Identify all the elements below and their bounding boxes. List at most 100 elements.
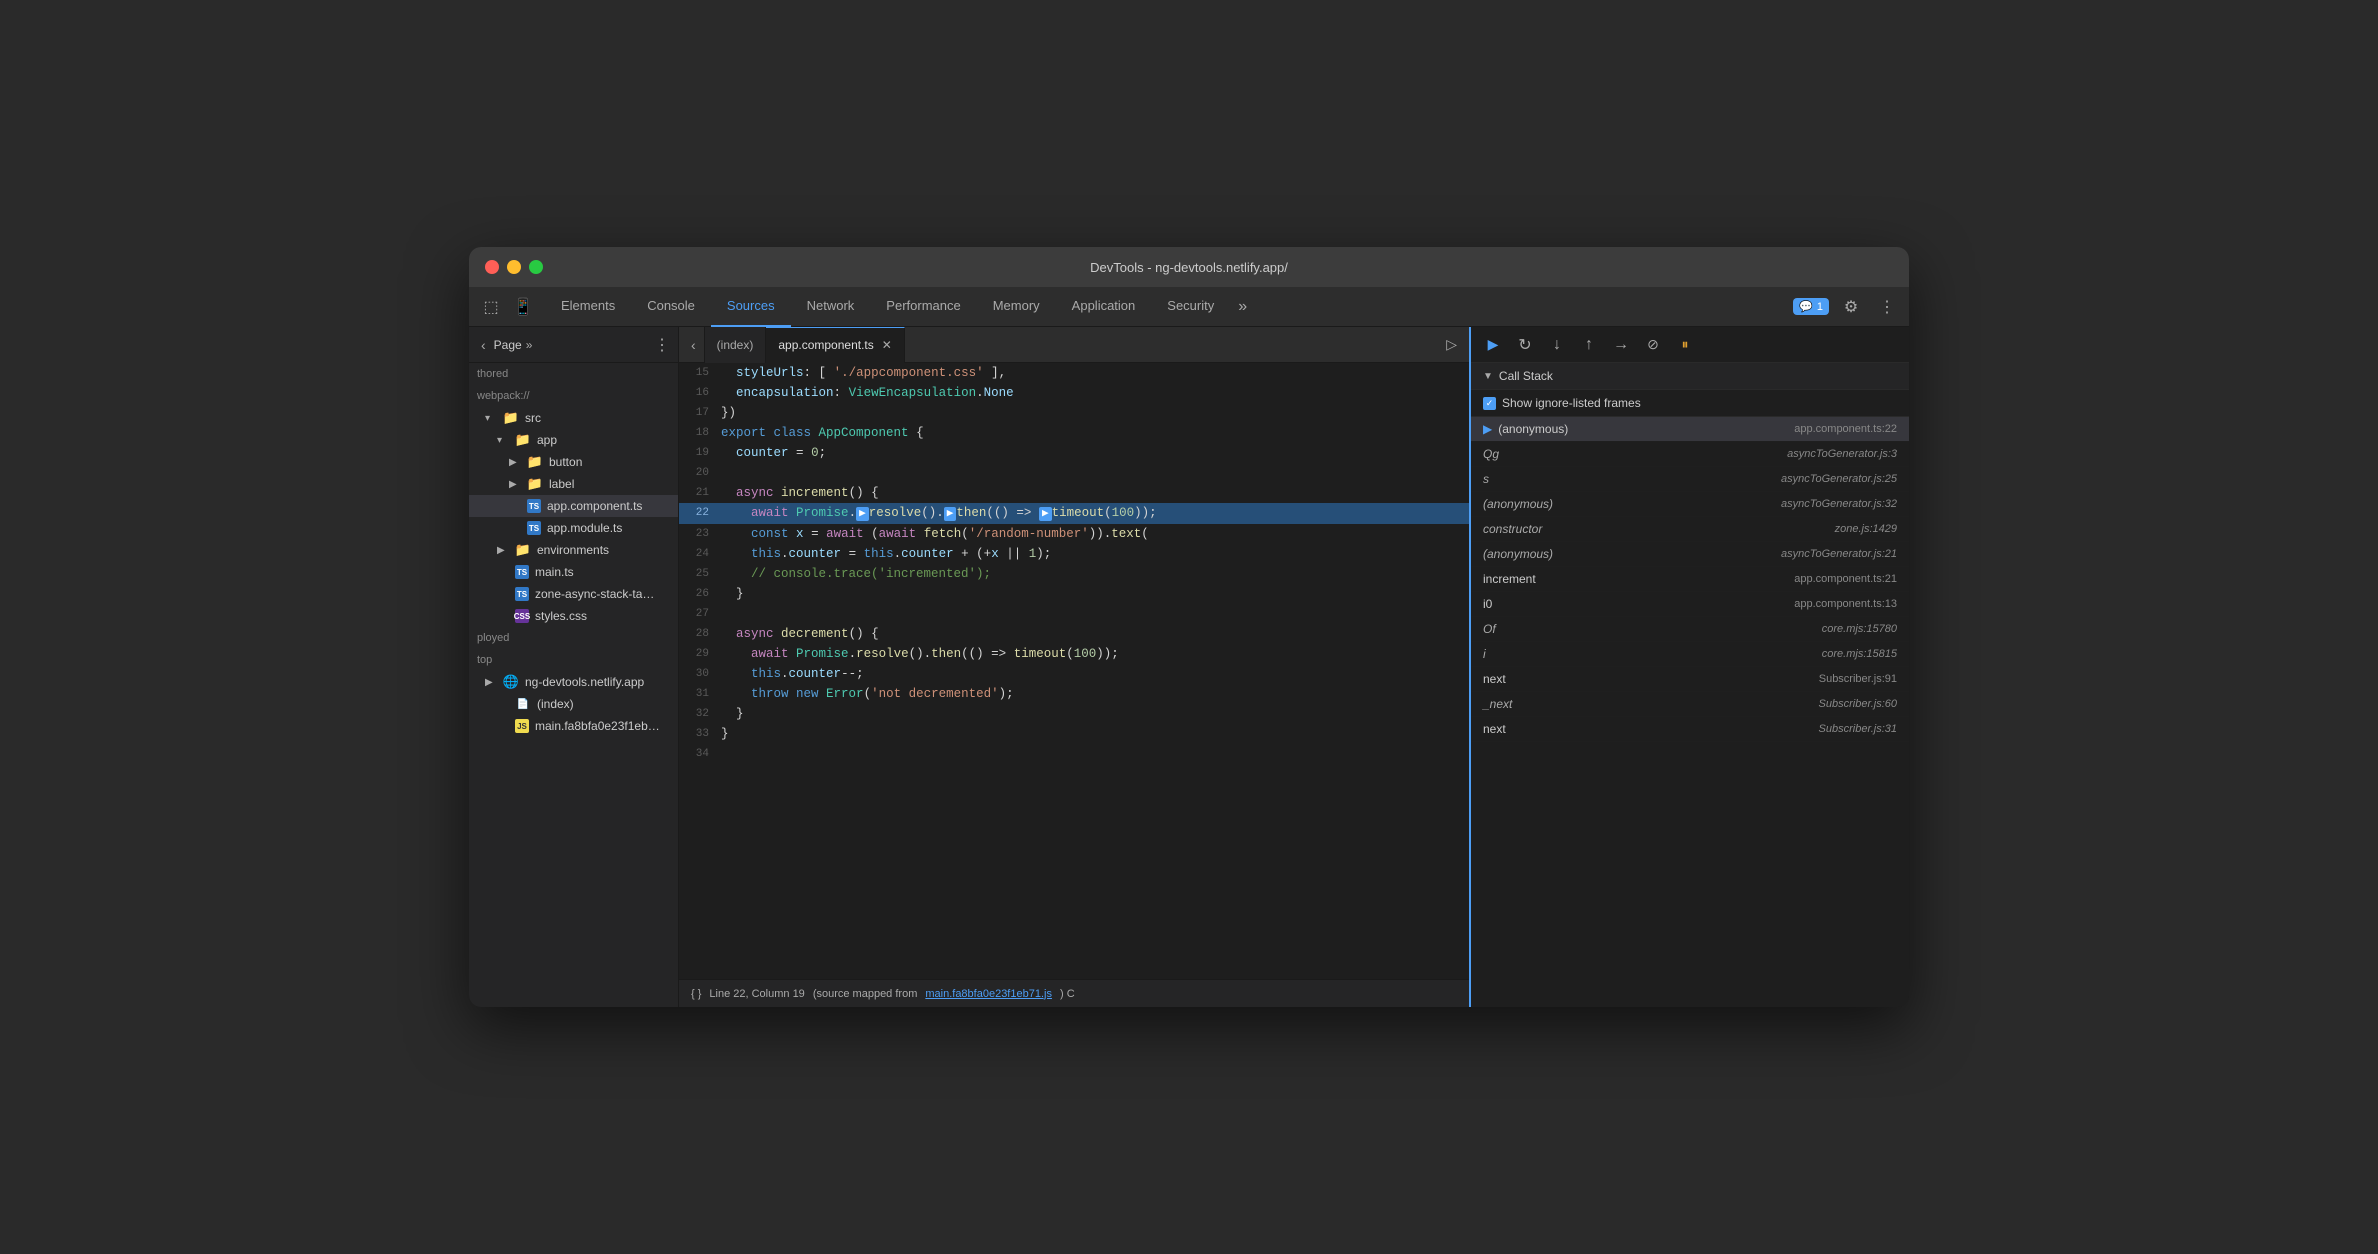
sidebar-item-app[interactable]: ▾ 📁 app — [469, 429, 678, 451]
notification-badge[interactable]: 💬 1 — [1793, 298, 1829, 315]
tab-network[interactable]: Network — [791, 287, 871, 327]
step-into-icon: ↓ — [1553, 336, 1561, 354]
tab-application[interactable]: Application — [1056, 287, 1152, 327]
debug-step-out-button[interactable]: ↑ — [1575, 331, 1603, 359]
sidebar-item-app-module-ts[interactable]: TS app.module.ts — [469, 517, 678, 539]
call-stack-entry-11[interactable]: _next Subscriber.js:60 — [1471, 692, 1909, 717]
maximize-button[interactable] — [529, 260, 543, 274]
device-icon[interactable]: 📱 — [509, 293, 537, 321]
sidebar-item-main-ts[interactable]: TS main.ts — [469, 561, 678, 583]
zone-label: zone-async-stack-ta… — [535, 587, 654, 601]
call-stack-entry-4[interactable]: constructor zone.js:1429 — [1471, 517, 1909, 542]
sidebar-item-button[interactable]: ▶ 📁 button — [469, 451, 678, 473]
button-expand-icon: ▶ — [509, 457, 521, 468]
call-stack-header[interactable]: ▼ Call Stack — [1471, 363, 1909, 390]
debug-step-over-button[interactable]: ↻ — [1511, 331, 1539, 359]
sidebar-item-label[interactable]: ▶ 📁 label — [469, 473, 678, 495]
code-line-30: 30 this.counter--; — [679, 664, 1469, 684]
sidebar-item-ng-devtools[interactable]: ▶ 🌐 ng-devtools.netlify.app — [469, 671, 678, 693]
code-line-29: 29 await Promise.resolve().then(() => ti… — [679, 644, 1469, 664]
styles-css-label: styles.css — [535, 609, 587, 623]
sidebar-item-styles-css[interactable]: CSS styles.css — [469, 605, 678, 627]
sidebar-item-authored[interactable]: thored — [469, 363, 678, 385]
status-source-map-link[interactable]: main.fa8bfa0e23f1eb71.js — [925, 988, 1052, 1000]
call-stack-loc-11: Subscriber.js:60 — [1819, 698, 1897, 710]
sidebar-back-icon[interactable]: ‹ — [477, 335, 490, 355]
app-folder-icon: 📁 — [515, 432, 531, 448]
code-tab-app-component[interactable]: app.component.ts ✕ — [766, 327, 904, 363]
tab-more-button[interactable]: » — [1230, 298, 1255, 316]
call-stack-entry-8[interactable]: Of core.mjs:15780 — [1471, 617, 1909, 642]
call-stack-name-5: (anonymous) — [1483, 547, 1781, 561]
app-expand-icon: ▾ — [497, 435, 509, 446]
call-stack-entry-1[interactable]: Qg asyncToGenerator.js:3 — [1471, 442, 1909, 467]
minimize-button[interactable] — [507, 260, 521, 274]
tab-performance[interactable]: Performance — [870, 287, 976, 327]
close-button[interactable] — [485, 260, 499, 274]
sidebar-expand-icon[interactable]: » — [526, 338, 533, 352]
sidebar-item-ployed[interactable]: ployed — [469, 627, 678, 649]
sidebar-header: ‹ Page » ⋮ — [469, 327, 678, 363]
tab-security[interactable]: Security — [1151, 287, 1230, 327]
ng-devtools-expand: ▶ — [485, 677, 497, 688]
sidebar-item-zone[interactable]: TS zone-async-stack-ta… — [469, 583, 678, 605]
devtools-window: DevTools - ng-devtools.netlify.app/ ⬚ 📱 … — [469, 247, 1909, 1007]
styles-css-icon: CSS — [515, 609, 529, 623]
code-nav-back-icon[interactable]: ‹ — [687, 335, 700, 355]
tab-memory[interactable]: Memory — [977, 287, 1056, 327]
inspect-icon[interactable]: ⬚ — [477, 293, 505, 321]
app-component-tab-close[interactable]: ✕ — [882, 338, 892, 352]
sidebar-item-index[interactable]: 📄 (index) — [469, 693, 678, 715]
debug-deactivate-button[interactable]: ⊘ — [1639, 331, 1667, 359]
settings-icon[interactable]: ⚙ — [1837, 293, 1865, 321]
show-ignore-label: Show ignore-listed frames — [1502, 396, 1641, 410]
tab-console[interactable]: Console — [631, 287, 711, 327]
index-tab-label: (index) — [717, 338, 754, 352]
main-js-label: main.fa8bfa0e23f1eb… — [535, 719, 660, 733]
call-stack-entry-5[interactable]: (anonymous) asyncToGenerator.js:21 — [1471, 542, 1909, 567]
label-label: label — [549, 477, 574, 491]
main-content: ‹ Page » ⋮ thored webpack:// ▾ 📁 src ▾ — [469, 327, 1909, 1007]
show-ignore-checkbox[interactable]: ✓ — [1483, 397, 1496, 410]
sidebar-item-src[interactable]: ▾ 📁 src — [469, 407, 678, 429]
sidebar-item-environments[interactable]: ▶ 📁 environments — [469, 539, 678, 561]
debug-resume-button[interactable]: ▶ — [1479, 331, 1507, 359]
app-module-icon: TS — [527, 521, 541, 535]
code-tab-index[interactable]: (index) — [704, 327, 767, 363]
src-label: src — [525, 411, 541, 425]
step-over-icon: ↻ — [1518, 335, 1531, 355]
call-stack-name-1: Qg — [1483, 447, 1787, 461]
more-options-icon[interactable]: ⋮ — [1873, 293, 1901, 321]
sidebar-menu-icon[interactable]: ⋮ — [654, 335, 670, 355]
call-stack-name-9: i — [1483, 647, 1822, 661]
label-expand-icon: ▶ — [509, 479, 521, 490]
call-stack-entry-7[interactable]: i0 app.component.ts:13 — [1471, 592, 1909, 617]
call-stack-entry-12[interactable]: next Subscriber.js:31 — [1471, 717, 1909, 742]
sidebar-item-top[interactable]: top — [469, 649, 678, 671]
code-execute-icon[interactable]: ▷ — [1438, 332, 1465, 357]
tab-sources[interactable]: Sources — [711, 287, 791, 327]
debug-step-into-button[interactable]: ↓ — [1543, 331, 1571, 359]
call-stack-section: ▼ Call Stack ✓ Show ignore-listed frames… — [1471, 363, 1909, 1007]
call-stack-expand-icon: ▼ — [1483, 371, 1493, 382]
sidebar-item-webpack[interactable]: webpack:// — [469, 385, 678, 407]
sidebar: ‹ Page » ⋮ thored webpack:// ▾ 📁 src ▾ — [469, 327, 679, 1007]
debug-pause-exceptions-button[interactable]: ⏸ — [1671, 331, 1699, 359]
call-stack-entry-0[interactable]: ▶ (anonymous) app.component.ts:22 — [1471, 417, 1909, 442]
sidebar-item-app-component-ts[interactable]: TS app.component.ts — [469, 495, 678, 517]
sidebar-item-main-js[interactable]: JS main.fa8bfa0e23f1eb… — [469, 715, 678, 737]
zone-expand — [497, 589, 509, 600]
call-stack-name-2: s — [1483, 472, 1781, 486]
debug-step-button[interactable]: → — [1607, 331, 1635, 359]
call-stack-entry-3[interactable]: (anonymous) asyncToGenerator.js:32 — [1471, 492, 1909, 517]
tab-elements[interactable]: Elements — [545, 287, 631, 327]
call-stack-entry-10[interactable]: next Subscriber.js:91 — [1471, 667, 1909, 692]
code-panel: ‹ (index) app.component.ts ✕ ▷ 15 styleU… — [679, 327, 1469, 1007]
call-stack-name-12: next — [1483, 722, 1819, 736]
call-stack-loc-12: Subscriber.js:31 — [1819, 723, 1897, 735]
call-stack-entry-6[interactable]: increment app.component.ts:21 — [1471, 567, 1909, 592]
pretty-print-icon[interactable]: { } — [691, 988, 701, 1000]
call-stack-entry-9[interactable]: i core.mjs:15815 — [1471, 642, 1909, 667]
code-line-32: 32 } — [679, 704, 1469, 724]
call-stack-entry-2[interactable]: s asyncToGenerator.js:25 — [1471, 467, 1909, 492]
